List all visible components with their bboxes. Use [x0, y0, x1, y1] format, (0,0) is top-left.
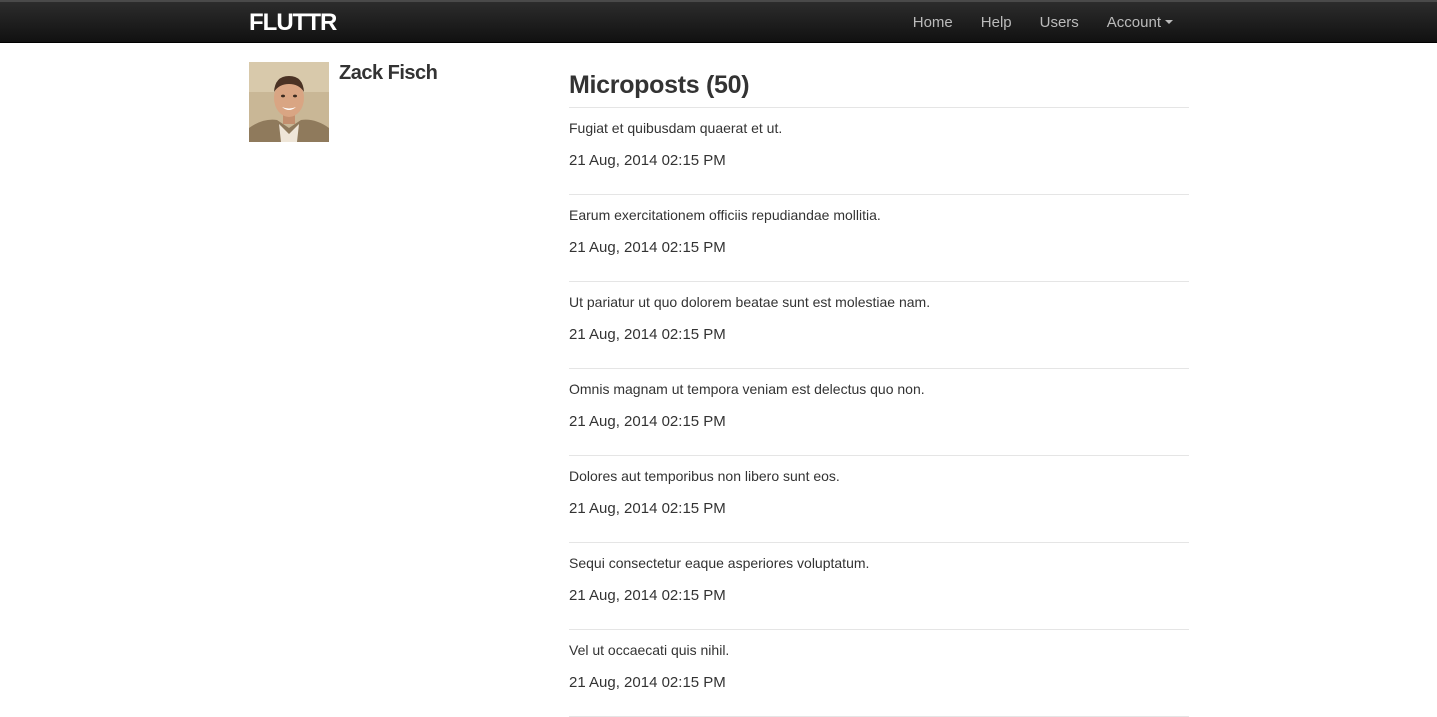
microposts-heading: Microposts (50): [569, 71, 1189, 108]
micropost-item: Omnis magnam ut tempora veniam est delec…: [569, 369, 1189, 456]
micropost-item: Dolores aut temporibus non libero sunt e…: [569, 456, 1189, 543]
micropost-timestamp: 21 Aug, 2014 02:15 PM: [569, 674, 726, 691]
brand-logo[interactable]: FLUTTR: [249, 8, 337, 38]
micropost-item: Ut pariatur ut quo dolorem beatae sunt e…: [569, 282, 1189, 369]
micropost-content: Sequi consectetur eaque asperiores volup…: [569, 555, 870, 571]
micropost-timestamp: 21 Aug, 2014 02:15 PM: [569, 326, 726, 343]
micropost-item: Vel ut occaecati quis nihil. 21 Aug, 201…: [569, 630, 1189, 717]
micropost-content: Earum exercitationem officiis repudianda…: [569, 207, 881, 223]
micropost-item: Earum exercitationem officiis repudianda…: [569, 195, 1189, 282]
micropost-content: Dolores aut temporibus non libero sunt e…: [569, 468, 840, 484]
nav-account-label: Account: [1106, 13, 1161, 31]
navbar: FLUTTR Home Help Users Account: [0, 0, 1437, 43]
micropost-content: Vel ut occaecati quis nihil.: [569, 642, 730, 658]
micropost-item: Fugiat et quibusdam quaerat et ut. 21 Au…: [569, 108, 1189, 195]
micropost-timestamp: 21 Aug, 2014 02:15 PM: [569, 239, 726, 256]
avatar-image: [249, 62, 329, 142]
nav-users-link[interactable]: Users: [1026, 3, 1093, 43]
nav-links: Home Help Users Account: [899, 2, 1187, 43]
micropost-item: Sequi consectetur eaque asperiores volup…: [569, 543, 1189, 630]
nav-account-dropdown[interactable]: Account: [1093, 3, 1187, 43]
micropost-timestamp: 21 Aug, 2014 02:15 PM: [569, 587, 726, 604]
micropost-timestamp: 21 Aug, 2014 02:15 PM: [569, 413, 726, 430]
caret-down-icon: [1165, 19, 1173, 24]
micropost-content: Ut pariatur ut quo dolorem beatae sunt e…: [569, 294, 931, 310]
micropost-content: Omnis magnam ut tempora veniam est delec…: [569, 381, 925, 397]
user-name: Zack Fisch: [339, 62, 438, 84]
nav-help-link[interactable]: Help: [967, 3, 1026, 43]
avatar[interactable]: [249, 62, 329, 142]
micropost-content: Fugiat et quibusdam quaerat et ut.: [569, 120, 783, 136]
user-info: Zack Fisch: [249, 62, 438, 142]
microposts-section: Microposts (50) Fugiat et quibusdam quae…: [569, 62, 1189, 717]
microposts-list: Fugiat et quibusdam quaerat et ut. 21 Au…: [569, 108, 1189, 717]
micropost-timestamp: 21 Aug, 2014 02:15 PM: [569, 152, 726, 169]
micropost-timestamp: 21 Aug, 2014 02:15 PM: [569, 500, 726, 517]
nav-home-link[interactable]: Home: [899, 3, 967, 43]
